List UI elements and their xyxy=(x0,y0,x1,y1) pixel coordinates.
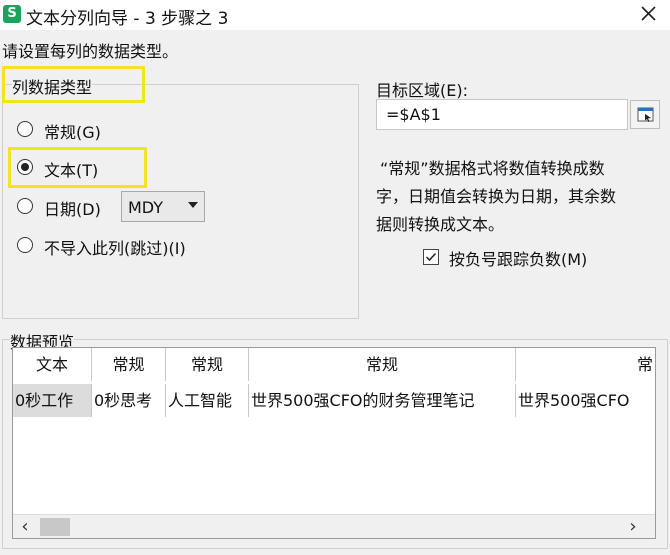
description-line-3: 据则转换成文本。 xyxy=(376,215,505,234)
preview-header[interactable]: 文本 xyxy=(13,348,92,381)
radio-skip[interactable] xyxy=(17,237,33,253)
horizontal-scrollbar[interactable]: ‹ › xyxy=(13,514,655,538)
window-title: 文本分列向导 - 3 步骤之 3 xyxy=(26,9,229,29)
preview-header[interactable]: 常规 xyxy=(249,348,516,381)
radio-text[interactable] xyxy=(17,159,33,175)
app-icon: S xyxy=(3,5,21,23)
destination-label: 目标区域(E): xyxy=(376,81,468,100)
preview-cell: 0秒工作 xyxy=(13,384,92,417)
radio-date[interactable] xyxy=(17,198,33,214)
date-format-select[interactable]: MDY xyxy=(121,191,205,222)
range-picker-icon xyxy=(637,107,654,122)
range-picker-button[interactable] xyxy=(630,100,660,129)
close-icon[interactable] xyxy=(634,0,662,28)
chevron-down-icon xyxy=(188,202,198,208)
preview-cell: 人工智能 xyxy=(166,384,249,417)
description-line-2: 字，日期值会转换为日期，其余数 xyxy=(376,187,617,206)
radio-skip-label[interactable]: 不导入此列(跳过)(I) xyxy=(44,235,186,259)
checkmark-icon xyxy=(425,252,437,262)
date-format-value: MDY xyxy=(128,198,164,217)
scroll-left-icon[interactable]: ‹ xyxy=(17,517,33,537)
radio-date-label[interactable]: 日期(D) xyxy=(44,196,101,220)
preview-table[interactable]: 文本 常规 常规 常规 常 0秒工作 0秒思考 人工智能 世界500强CFO的财… xyxy=(12,347,656,539)
radio-text-label[interactable]: 文本(T) xyxy=(44,157,98,181)
scrollbar-thumb[interactable] xyxy=(40,518,70,536)
description-line-1: “常规”数据格式将数值转换成数 xyxy=(380,159,605,178)
preview-header[interactable]: 常 xyxy=(516,348,655,381)
preview-header[interactable]: 常规 xyxy=(92,348,166,381)
scroll-right-icon[interactable]: › xyxy=(625,517,641,537)
destination-input[interactable]: =$A$1 xyxy=(376,99,628,130)
preview-cell: 世界500强CFO xyxy=(518,391,630,410)
preview-header[interactable]: 常规 xyxy=(166,348,249,381)
radio-general-label[interactable]: 常规(G) xyxy=(44,119,101,143)
negative-checkbox-label[interactable]: 按负号跟踪负数(M) xyxy=(449,246,587,270)
destination-value: =$A$1 xyxy=(386,105,441,124)
preview-cell: 0秒思考 xyxy=(92,384,166,417)
column-type-legend: 列数据类型 xyxy=(12,74,93,98)
negative-checkbox[interactable] xyxy=(423,249,439,265)
instruction-text: 请设置每列的数据类型。 xyxy=(2,42,179,61)
radio-general[interactable] xyxy=(17,121,33,137)
preview-cell: 世界500强CFO的财务管理笔记 xyxy=(249,384,516,417)
